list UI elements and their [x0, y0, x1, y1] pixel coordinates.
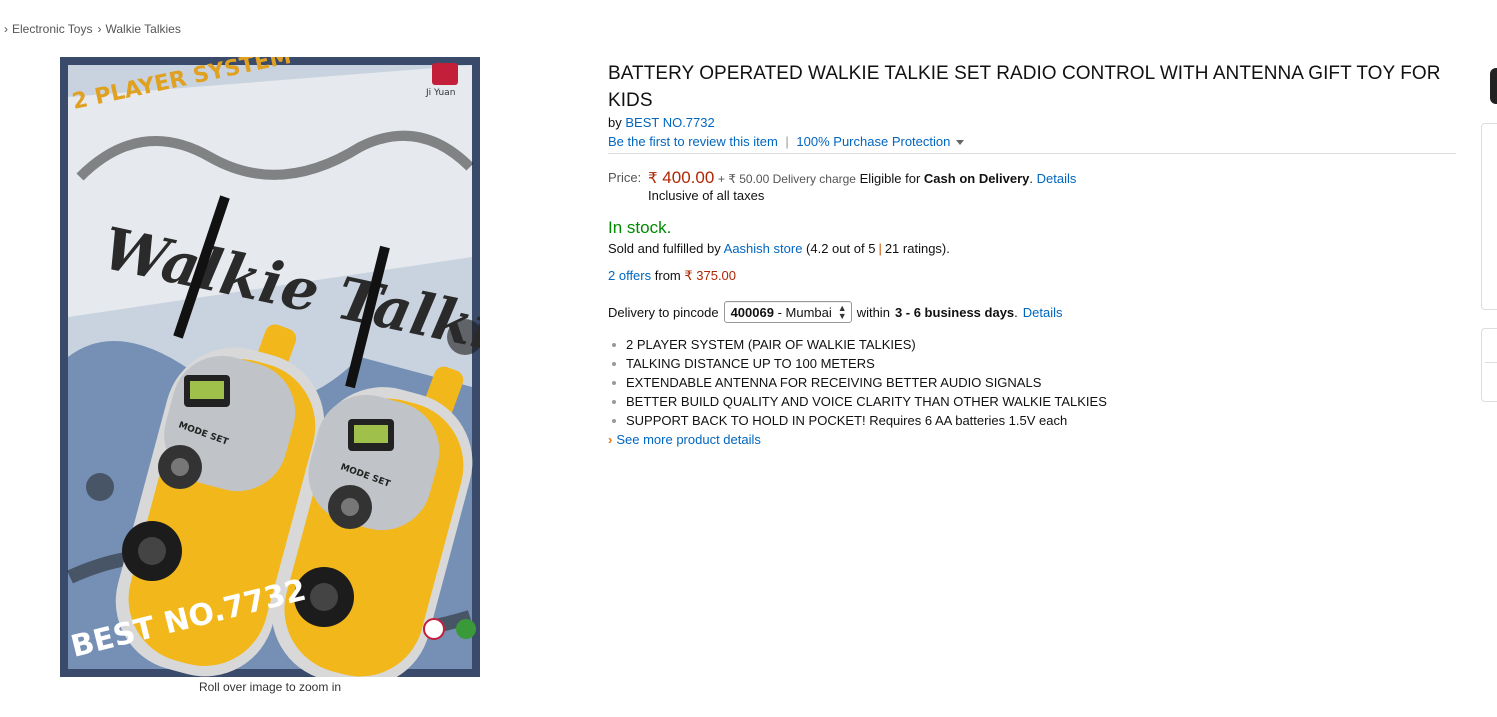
brand-link[interactable]: BEST NO.7732 [625, 115, 714, 130]
buy-box-panel [1481, 123, 1497, 310]
sold-by: Sold and fulfilled by Aashish store (4.2… [608, 241, 1456, 256]
breadcrumb: › Electronic Toys › Walkie Talkies [4, 22, 186, 36]
review-line: Be the first to review this item | 100% … [608, 132, 1456, 154]
breadcrumb-electronic-toys[interactable]: Electronic Toys [12, 22, 92, 36]
rupee-icon: ₹ [648, 170, 658, 187]
pincode-value: 400069 [730, 304, 774, 320]
select-arrows-icon: ▲ ▼ [837, 303, 847, 321]
feature-bullet: BETTER BUILD QUALITY AND VOICE CLARITY T… [608, 392, 1456, 411]
feature-bullets: 2 PLAYER SYSTEM (PAIR OF WALKIE TALKIES)… [608, 335, 1456, 430]
price-label: Price: [608, 170, 642, 185]
chevron-down-icon[interactable] [956, 140, 965, 146]
rating-close: ). [941, 241, 950, 256]
side-panel [1481, 328, 1497, 402]
see-more-row[interactable]: › See more product details [608, 432, 1456, 447]
breadcrumb-separator: › [4, 22, 8, 36]
within-text: within [856, 304, 890, 320]
seller-link[interactable]: Aashish store [724, 241, 803, 256]
delivery-row: Delivery to pincode 400069 - Mumbai ▲ ▼ w… [608, 301, 1456, 323]
byline: by BEST NO.7732 [608, 114, 1456, 132]
delivery-details-link[interactable]: Details [1023, 305, 1063, 320]
eligible-prefix: Eligible for [859, 171, 921, 186]
price-row: Price: ₹ 400.00 + ₹ 50.00 Delivery charg… [608, 168, 1456, 208]
offers-from: from [654, 268, 681, 283]
breadcrumb-walkie-talkies[interactable]: Walkie Talkies [105, 22, 180, 36]
pincode-select[interactable]: 400069 - Mumbai ▲ ▼ [723, 301, 852, 323]
pincode-city: - Mumbai [777, 304, 832, 320]
price-value: ₹ 400.00 [648, 168, 714, 187]
packaging-text-ji-yuan: Ji Yuan [425, 88, 455, 98]
byline-prefix: by [608, 115, 622, 130]
delivery-charge: + ₹ 50.00 Delivery charge [718, 172, 856, 186]
plus-sign: + [717, 172, 725, 186]
offers-price: ₹ 375.00 [684, 268, 737, 283]
price-amount: 400.00 [662, 168, 715, 187]
feature-bullet: EXTENDABLE ANTENNA FOR RECEIVING BETTER … [608, 373, 1456, 392]
cropped-image-thumbnail [1490, 68, 1497, 104]
product-title: BATTERY OPERATED WALKIE TALKIE SET RADIO… [608, 63, 1441, 111]
seller-rating: (4.2 out of 5 [806, 241, 876, 256]
delivery-prefix: Delivery to pincode [608, 304, 719, 320]
period: . [1014, 304, 1018, 320]
see-more-link[interactable]: See more product details [616, 432, 761, 447]
offers: 2 offers from ₹ 375.00 [608, 268, 1456, 284]
seller-rating-count[interactable]: 21 ratings [885, 241, 942, 256]
price-block: ₹ 400.00 + ₹ 50.00 Delivery charge Eligi… [648, 168, 1076, 188]
offers-link[interactable]: 2 offers [608, 268, 651, 283]
divider [1485, 362, 1497, 363]
breadcrumb-separator: › [97, 22, 102, 36]
cod-details-link[interactable]: Details [1037, 171, 1077, 186]
delivery-charge-text: ₹ 50.00 Delivery charge [728, 172, 856, 186]
product-image-container[interactable]: 2 PLAYER SYSTEM Walkie Talkie Ji Yuan MO… [60, 57, 480, 677]
feature-bullet: SUPPORT BACK TO HOLD IN POCKET! Requires… [608, 411, 1456, 430]
delivery-days: 3 - 6 business days [894, 304, 1015, 320]
feature-bullet: TALKING DISTANCE UP TO 100 METERS [608, 354, 1456, 373]
zoom-hint: Roll over image to zoom in [198, 680, 342, 694]
cod-text: Cash on Delivery [923, 171, 1030, 186]
sold-by-prefix: Sold and fulfilled by [608, 241, 721, 256]
product-detail-panel: BATTERY OPERATED WALKIE TALKIE SET RADIO… [608, 60, 1456, 447]
product-image[interactable]: 2 PLAYER SYSTEM Walkie Talkie Ji Yuan MO… [60, 57, 480, 677]
purchase-protection-link[interactable]: 100% Purchase Protection [796, 134, 950, 149]
feature-bullet: 2 PLAYER SYSTEM (PAIR OF WALKIE TALKIES) [608, 335, 1456, 354]
separator: | [785, 134, 789, 149]
period: . [1029, 171, 1034, 186]
first-review-link[interactable]: Be the first to review this item [608, 134, 778, 149]
chevron-right-icon: › [608, 432, 613, 447]
separator: | [878, 241, 882, 256]
stock-status: In stock. [608, 218, 672, 237]
inclusive-taxes: Inclusive of all taxes [648, 188, 765, 203]
